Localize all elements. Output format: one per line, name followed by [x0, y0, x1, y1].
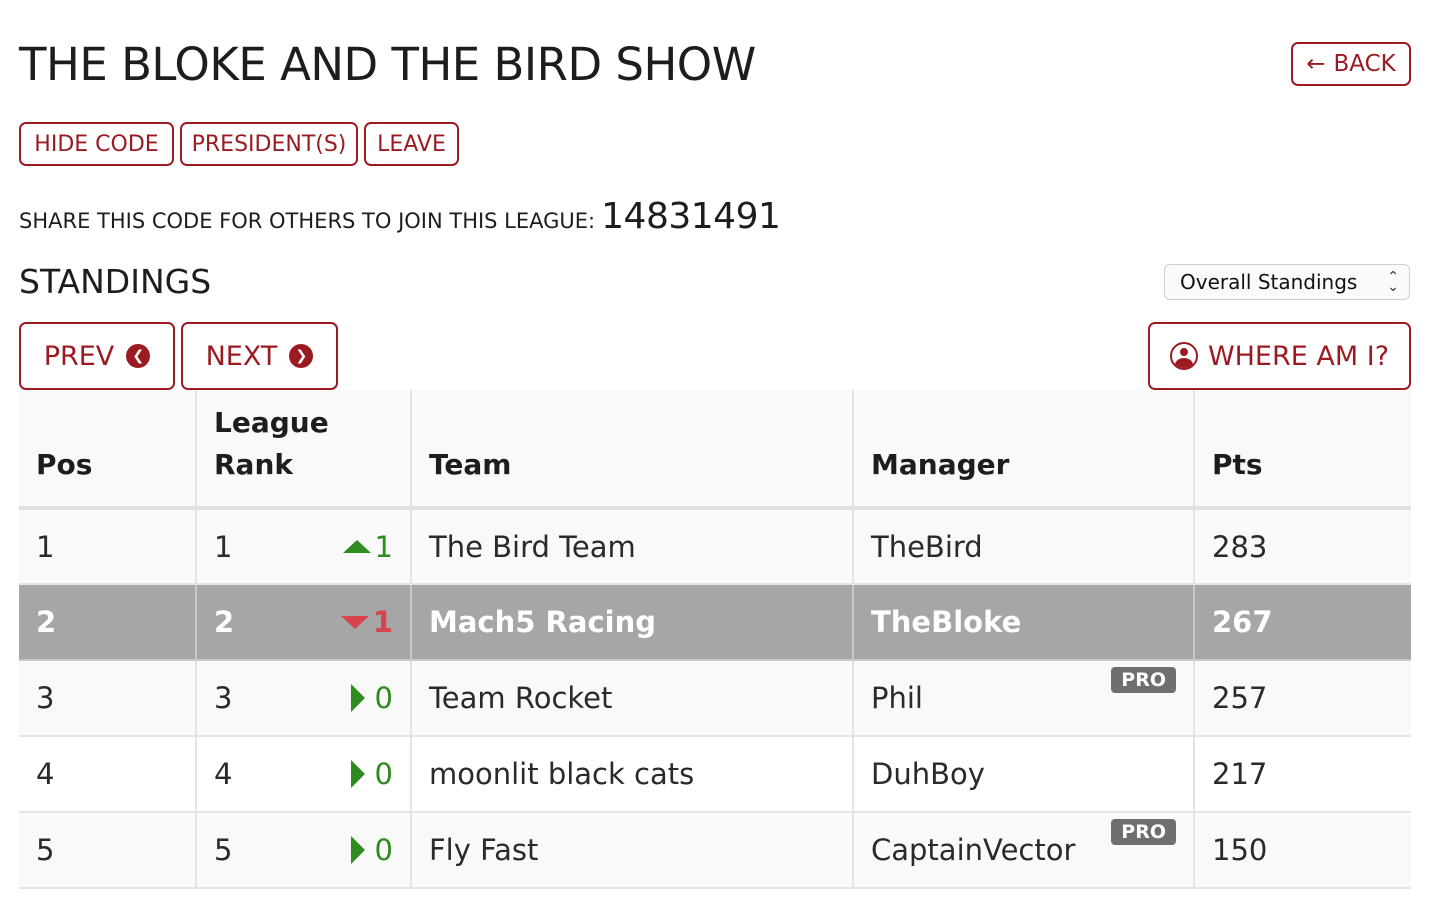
table-row[interactable]: 4 4 0 moonlit black cats DuhBoy 217 — [19, 736, 1411, 813]
rank-movement-value: 1 — [372, 605, 393, 639]
cell-manager: DuhBoy — [852, 736, 1194, 813]
rank-movement: 0 — [350, 833, 393, 867]
pro-badge: PRO — [1111, 667, 1176, 693]
rank-movement-value: 1 — [374, 529, 393, 564]
cell-team[interactable]: Team Rocket — [410, 660, 853, 737]
cell-pts: 267 — [1193, 584, 1411, 661]
col-header-team[interactable]: Team — [410, 390, 853, 510]
rank-movement-value: 0 — [374, 757, 393, 791]
cell-pos: 2 — [19, 584, 196, 661]
cell-manager: TheBloke — [852, 584, 1194, 661]
standings-view-select[interactable]: Overall Standings ⌃ ⌄ — [1164, 264, 1410, 300]
share-code-line: SHARE THIS CODE FOR OTHERS TO JOIN THIS … — [19, 196, 781, 237]
rank-value: 5 — [214, 833, 233, 867]
rank-movement: 0 — [350, 681, 393, 715]
prev-button[interactable]: PREV ❮ — [19, 322, 175, 390]
next-label: NEXT — [205, 340, 278, 372]
col-header-pos[interactable]: Pos — [19, 390, 196, 510]
cell-team[interactable]: Mach5 Racing — [410, 584, 853, 661]
chevron-right-circle-icon: ❯ — [289, 344, 314, 368]
page-title: THE BLOKE AND THE BIRD SHOW — [19, 38, 756, 91]
league-code: 14831491 — [601, 196, 781, 237]
col-header-league-rank[interactable]: League Rank — [195, 390, 411, 510]
cell-pts: 217 — [1193, 736, 1411, 813]
triangle-right-icon — [350, 760, 365, 788]
rank-value: 3 — [214, 681, 233, 715]
leave-button[interactable]: LEAVE — [364, 122, 459, 166]
rank-movement: 1 — [340, 605, 393, 639]
rank-movement: 0 — [350, 757, 393, 791]
cell-league-rank: 50 — [195, 812, 411, 889]
table-row[interactable]: 5 5 0 Fly Fast CaptainVector PRO 150 — [19, 812, 1411, 889]
rank-value: 1 — [214, 529, 233, 564]
pro-badge: PRO — [1111, 819, 1176, 845]
manager-name[interactable]: CaptainVector — [871, 833, 1075, 867]
cell-pts: 150 — [1193, 812, 1411, 889]
manager-name[interactable]: Phil — [871, 681, 923, 715]
rank-movement: 1 — [342, 529, 393, 564]
cell-pos: 1 — [19, 508, 196, 585]
where-am-i-button[interactable]: WHERE AM I? — [1148, 322, 1411, 390]
rank-value: 4 — [214, 757, 233, 791]
cell-pos: 5 — [19, 812, 196, 889]
share-code-label: SHARE THIS CODE FOR OTHERS TO JOIN THIS … — [19, 209, 596, 233]
select-arrows-icon: ⌃ ⌄ — [1387, 269, 1399, 295]
back-button[interactable]: ← BACK — [1291, 42, 1411, 86]
col-header-manager[interactable]: Manager — [852, 390, 1194, 510]
back-label: BACK — [1333, 51, 1396, 77]
col-header-pts[interactable]: Pts — [1193, 390, 1411, 510]
cell-league-rank: 11 — [195, 508, 411, 585]
triangle-down-icon — [340, 615, 369, 629]
standings-view-value: Overall Standings — [1180, 270, 1358, 294]
manager-name[interactable]: DuhBoy — [871, 757, 985, 791]
cell-pts: 257 — [1193, 660, 1411, 737]
cell-league-rank: 30 — [195, 660, 411, 737]
cell-league-rank: 21 — [195, 584, 411, 661]
presidents-button[interactable]: PRESIDENT(S) — [180, 122, 358, 166]
prev-label: PREV — [43, 340, 115, 372]
rank-value: 2 — [214, 605, 235, 639]
manager-name[interactable]: TheBird — [871, 530, 983, 564]
standings-table: Pos League Rank Team Manager Pts 1 1 1 The B… — [19, 390, 1411, 889]
cell-team[interactable]: The Bird Team — [410, 508, 853, 585]
where-am-i-label: WHERE AM I? — [1207, 340, 1390, 372]
rank-movement-value: 0 — [374, 681, 393, 715]
cell-team[interactable]: Fly Fast — [410, 812, 853, 889]
triangle-up-icon — [342, 540, 371, 553]
table-row[interactable]: 2 2 1 Mach5 Racing TheBloke 267 — [19, 584, 1411, 661]
next-button[interactable]: NEXT ❯ — [181, 322, 338, 390]
cell-manager: Phil PRO — [852, 660, 1194, 737]
table-row[interactable]: 3 3 0 Team Rocket Phil PRO 257 — [19, 660, 1411, 737]
chevron-left-circle-icon: ❮ — [126, 344, 151, 368]
triangle-right-icon — [350, 684, 365, 712]
cell-league-rank: 40 — [195, 736, 411, 813]
rank-movement-value: 0 — [374, 833, 393, 867]
arrow-left-icon: ← — [1306, 51, 1326, 77]
table-row[interactable]: 1 1 1 The Bird Team TheBird 283 — [19, 508, 1411, 585]
hide-code-button[interactable]: HIDE CODE — [19, 122, 174, 166]
table-header-row: Pos League Rank Team Manager Pts — [19, 390, 1411, 510]
cell-pts: 283 — [1193, 508, 1411, 585]
user-circle-icon — [1169, 342, 1198, 370]
cell-manager: CaptainVector PRO — [852, 812, 1194, 889]
manager-name[interactable]: TheBloke — [871, 605, 1021, 639]
cell-team[interactable]: moonlit black cats — [410, 736, 853, 813]
triangle-right-icon — [350, 836, 365, 864]
cell-pos: 3 — [19, 660, 196, 737]
standings-heading: STANDINGS — [19, 262, 212, 301]
cell-pos: 4 — [19, 736, 196, 813]
cell-manager: TheBird — [852, 508, 1194, 585]
